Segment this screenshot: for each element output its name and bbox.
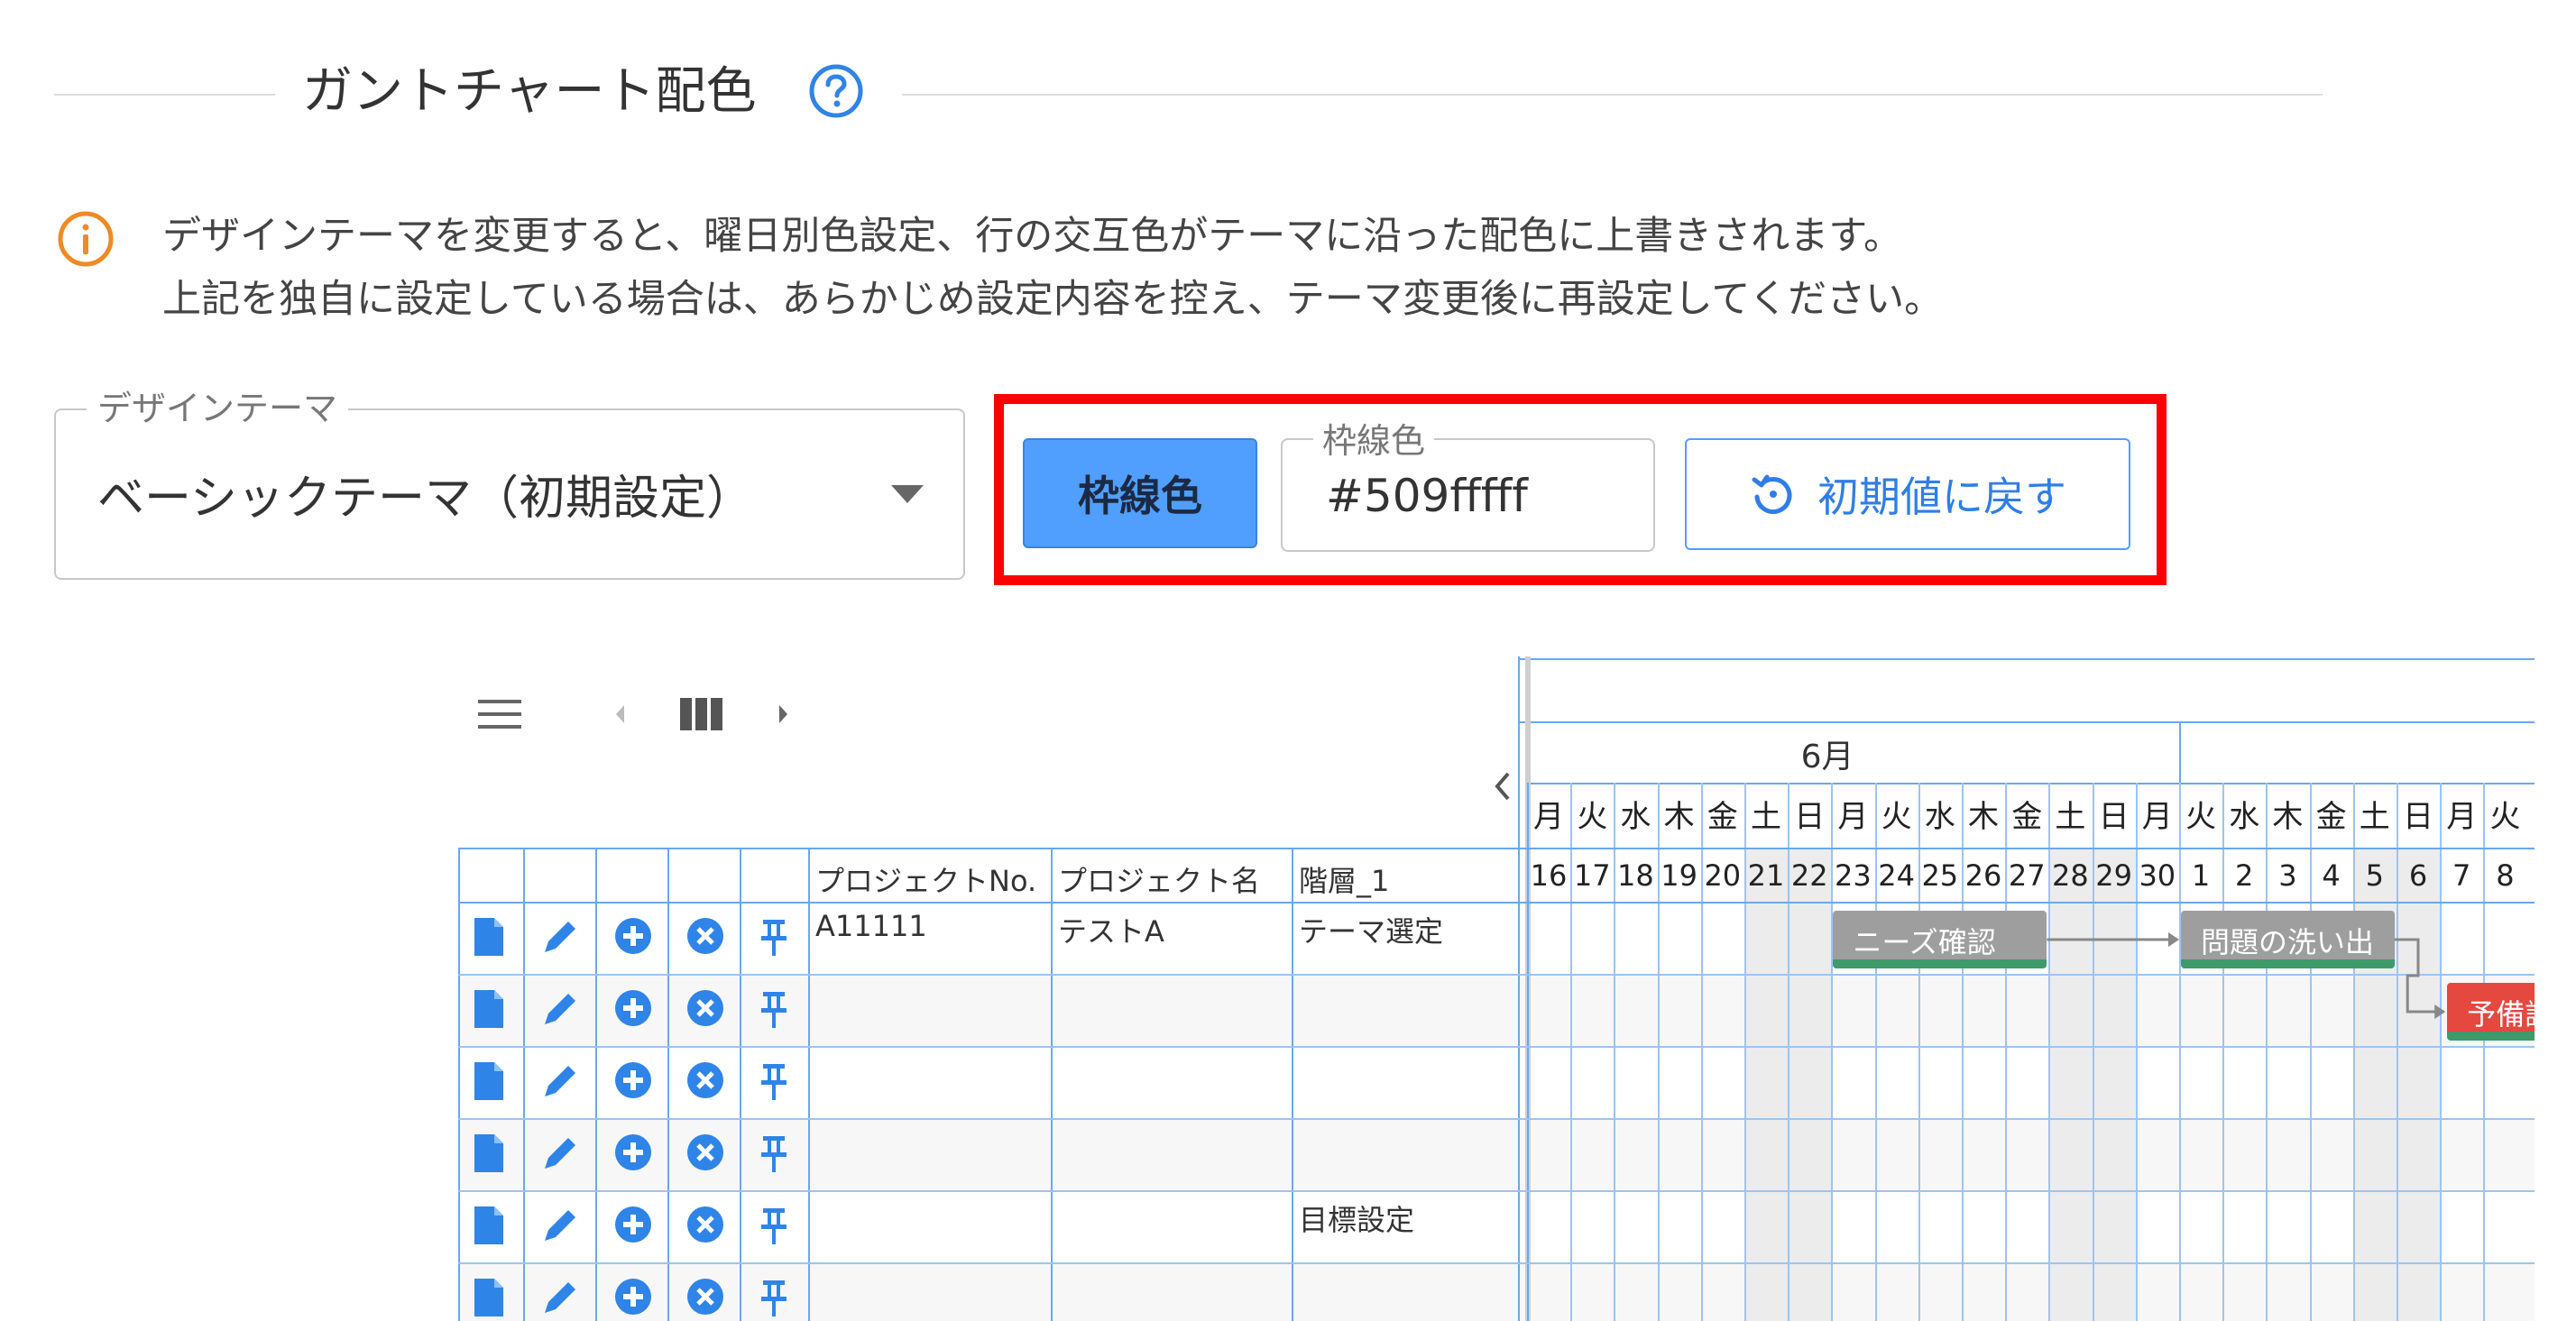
- question-circle-icon[interactable]: [807, 62, 865, 120]
- section-title: ガントチャート配色: [302, 62, 757, 121]
- dependency-arrows: [2047, 932, 2446, 1019]
- section-divider-right: [902, 94, 2323, 96]
- info-circle-icon: [58, 211, 114, 267]
- reset-default-label: 初期値に戻す: [1817, 472, 2066, 521]
- reset-default-button[interactable]: 初期値に戻す: [1685, 438, 2130, 550]
- reset-icon: [1752, 474, 1792, 514]
- section-divider-left: [54, 94, 275, 96]
- border-color-input[interactable]: [1326, 467, 1633, 525]
- chevron-down-icon[interactable]: [891, 485, 924, 503]
- design-theme-label: デザインテーマ: [87, 381, 349, 430]
- border-color-field-label: 枠線色: [1313, 413, 1435, 463]
- notice-line-1: デザインテーマを変更すると、曜日別色設定、行の交互色がテーマに沿った配色に上書き…: [162, 214, 1902, 259]
- design-theme-value[interactable]: ベーシックテーマ（初期設定）: [97, 460, 753, 527]
- gantt-chart: 6月月 16 火 17 水 18 木 19 金 20 土 21 日 22 月 23 火 24 水 25 木 26 金 27 土 2…: [458, 656, 2535, 1321]
- border-color-button[interactable]: 枠線色: [1023, 438, 1257, 548]
- notice-line-2: 上記を独自に設定している場合は、あらかじめ設定内容を控え、テーマ変更後に再設定し…: [162, 277, 1944, 322]
